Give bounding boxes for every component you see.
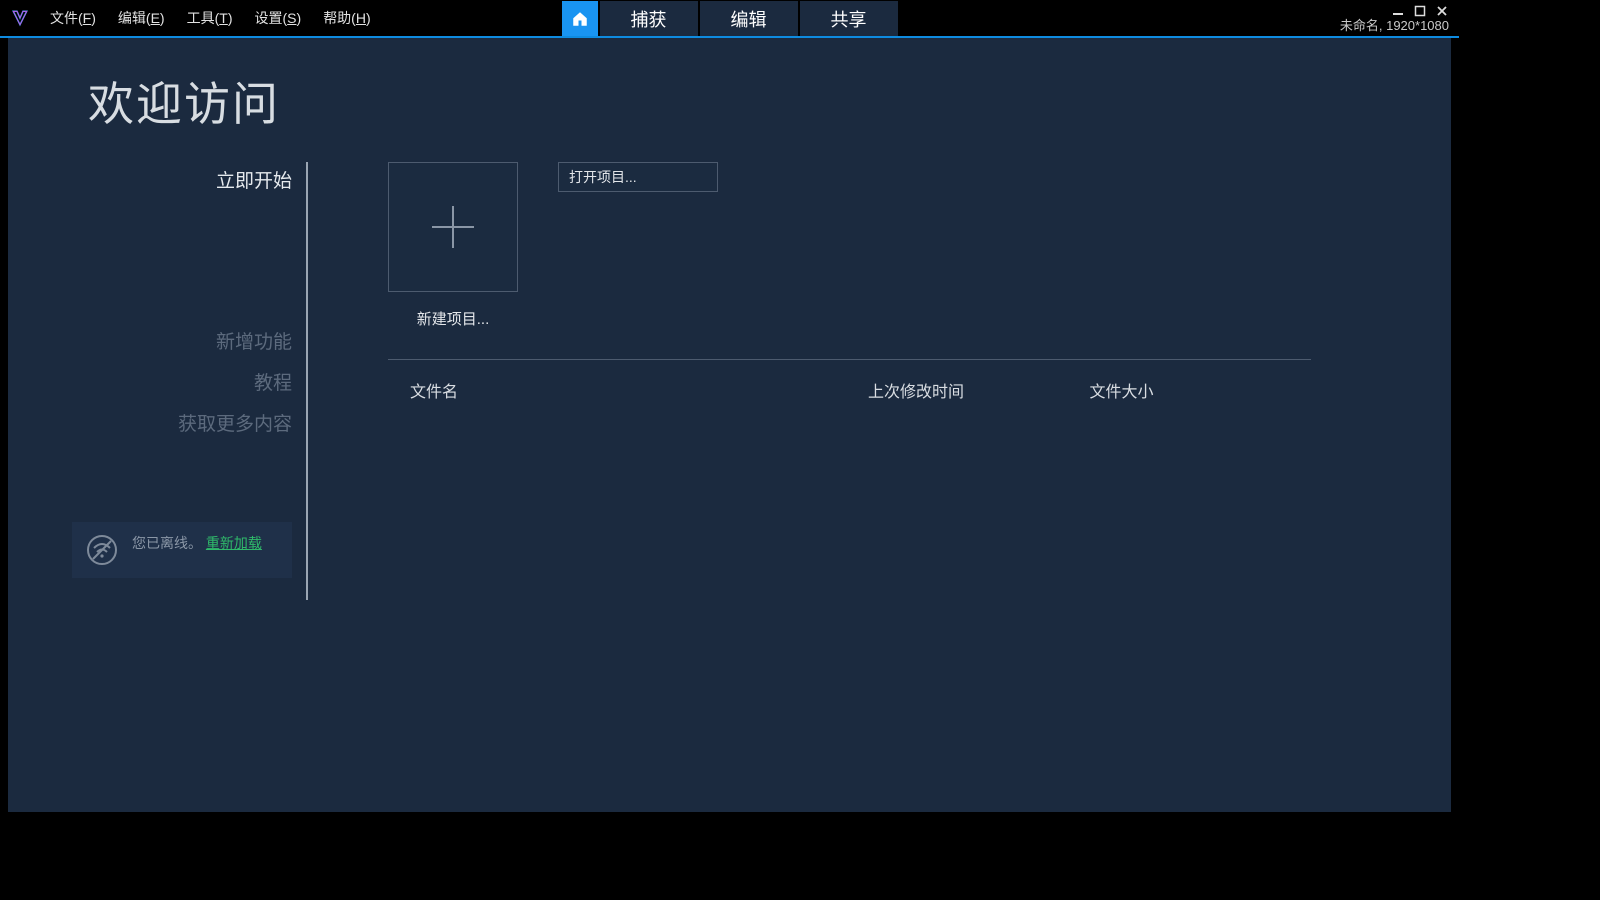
start-actions: 新建项目... 打开项目... <box>388 162 1311 329</box>
app-window: 文件(F) 编辑(E) 工具(T) 设置(S) 帮助(H) 捕获 编辑 共享 <box>0 0 1459 820</box>
col-size: 文件大小 <box>1089 378 1311 402</box>
offline-text: 您已离线。 重新加载 <box>132 534 262 554</box>
col-modified: 上次修改时间 <box>868 378 1090 402</box>
offline-icon <box>86 534 118 566</box>
sidenav-tutorials[interactable]: 教程 <box>254 364 292 399</box>
mode-tab-bar: 捕获 编辑 共享 <box>562 0 898 36</box>
new-project-label: 新建项目... <box>388 308 518 329</box>
new-project-tile: 新建项目... <box>388 162 518 329</box>
side-divider <box>306 162 308 600</box>
menu-bar: 文件(F) 编辑(E) 工具(T) 设置(S) 帮助(H) <box>40 0 381 36</box>
menu-help[interactable]: 帮助(H) <box>319 4 374 32</box>
col-filename: 文件名 <box>388 378 868 402</box>
recent-columns-header: 文件名 上次修改时间 文件大小 <box>388 378 1311 402</box>
new-project-button[interactable] <box>388 162 518 292</box>
offline-reload-link[interactable]: 重新加载 <box>206 535 262 551</box>
menu-edit[interactable]: 编辑(E) <box>114 4 169 32</box>
welcome-screen: 欢迎访问 立即开始 新增功能 教程 获取更多内容 <box>8 38 1451 812</box>
menu-tools[interactable]: 工具(T) <box>183 4 237 32</box>
home-icon <box>571 10 589 28</box>
mode-tab-share[interactable]: 共享 <box>800 0 898 36</box>
sidenav-start[interactable]: 立即开始 <box>216 162 292 197</box>
document-status: 未命名, 1920*1080 <box>1340 15 1449 34</box>
mode-tab-capture[interactable]: 捕获 <box>600 0 698 36</box>
sidenav-whatsnew[interactable]: 新增功能 <box>216 323 292 358</box>
mode-tab-edit[interactable]: 编辑 <box>700 0 798 36</box>
sidenav-getmore[interactable]: 获取更多内容 <box>178 405 292 440</box>
welcome-side-nav: 立即开始 新增功能 教程 获取更多内容 您已离线。 重新加载 <box>8 162 308 812</box>
menu-settings[interactable]: 设置(S) <box>251 4 306 32</box>
recent-divider <box>388 359 1311 360</box>
mode-tab-home[interactable] <box>562 0 598 36</box>
menu-file[interactable]: 文件(F) <box>46 4 100 32</box>
welcome-body: 立即开始 新增功能 教程 获取更多内容 您已离线。 重新加载 <box>8 162 1451 812</box>
title-bar: 文件(F) 编辑(E) 工具(T) 设置(S) 帮助(H) 捕获 编辑 共享 <box>0 0 1459 38</box>
open-project-button[interactable]: 打开项目... <box>558 162 718 192</box>
plus-icon <box>426 200 480 254</box>
app-logo <box>0 0 40 36</box>
welcome-main-pane: 新建项目... 打开项目... 文件名 上次修改时间 文件大小 <box>308 162 1451 812</box>
welcome-heading: 欢迎访问 <box>8 68 1451 134</box>
offline-notice: 您已离线。 重新加载 <box>72 522 292 578</box>
